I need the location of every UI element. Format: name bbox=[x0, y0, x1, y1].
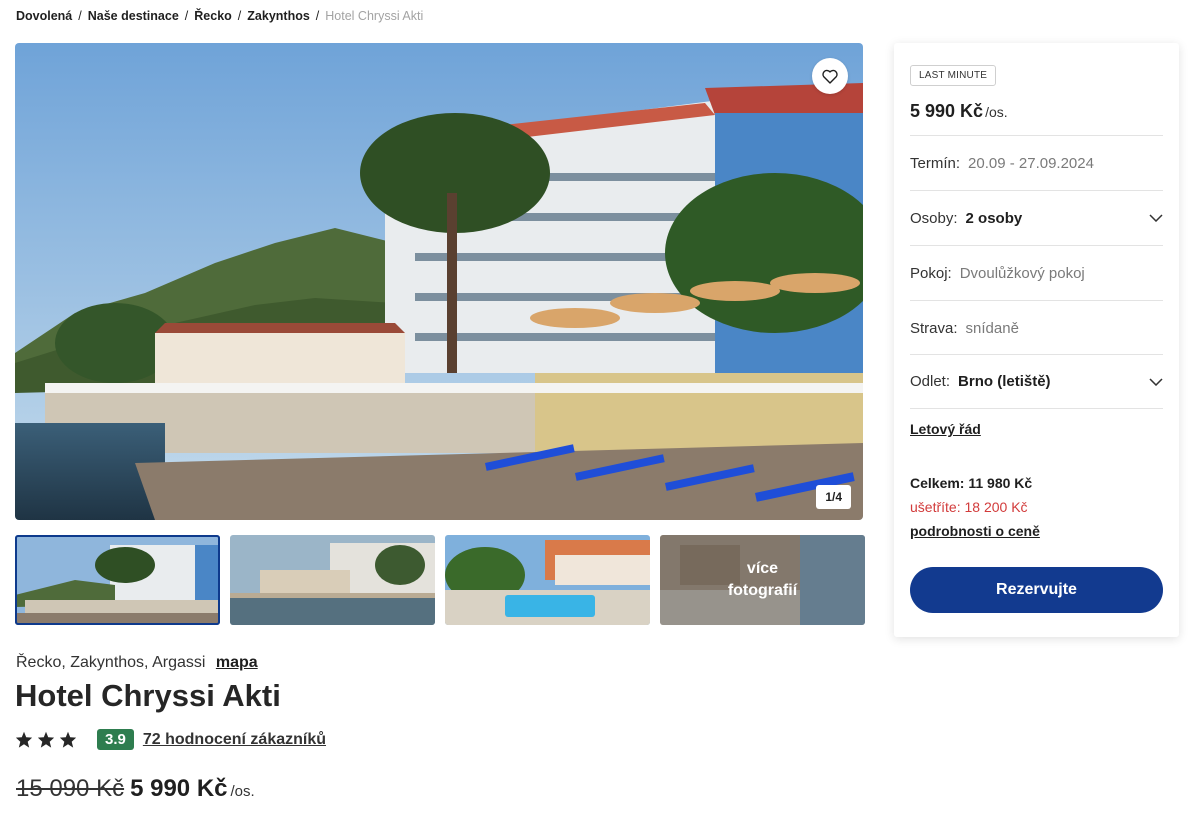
location-text: Řecko, Zakynthos, Argassi bbox=[16, 654, 206, 671]
breadcrumb: Dovolená / Naše destinace / Řecko / Zaky… bbox=[16, 9, 423, 23]
persons-select[interactable]: Osoby: 2 osoby bbox=[910, 190, 1163, 245]
rating-row: 3.9 72 hodnocení zákazníků bbox=[15, 729, 326, 750]
more-photos-line2: fotografií bbox=[727, 582, 798, 599]
more-photos-line1: více bbox=[746, 560, 779, 577]
chevron-down-icon bbox=[1149, 377, 1163, 386]
card-price-value: 5 990 Kč bbox=[910, 101, 984, 121]
flight-schedule-link[interactable]: Letový řád bbox=[910, 421, 981, 437]
board-value: snídaně bbox=[965, 319, 1019, 337]
breadcrumb-separator: / bbox=[184, 9, 189, 23]
board-row[interactable]: Strava: snídaně bbox=[910, 300, 1163, 355]
term-label: Termín: bbox=[910, 154, 961, 172]
room-label: Pokoj: bbox=[910, 264, 952, 282]
total-label: Celkem: bbox=[910, 475, 965, 491]
thumbnail-image bbox=[15, 535, 220, 625]
breadcrumb-separator: / bbox=[78, 9, 82, 23]
breadcrumb-item-zakynthos[interactable]: Zakynthos bbox=[247, 9, 310, 23]
hotel-name: Hotel Chryssi Akti bbox=[15, 678, 281, 713]
breadcrumb-item-destinace[interactable]: Naše destinace bbox=[88, 9, 179, 23]
old-price: 15 090 Kč bbox=[16, 775, 125, 802]
thumbnail-more-photos[interactable]: více fotografií bbox=[660, 535, 865, 625]
room-value: Dvoulůžkový pokoj bbox=[959, 264, 1085, 282]
hotel-location: Řecko, Zakynthos, Argassi mapa bbox=[16, 654, 258, 672]
departure-label: Odlet: bbox=[910, 373, 951, 390]
breadcrumb-item-dovolena[interactable]: Dovolená bbox=[16, 9, 72, 23]
term-value: 20.09 - 27.09.2024 bbox=[968, 154, 1094, 172]
departure-value: Brno (letiště) bbox=[958, 373, 1051, 390]
thumbnail-image bbox=[445, 535, 650, 625]
chevron-down-icon bbox=[1149, 214, 1163, 222]
persons-value: 2 osoby bbox=[965, 209, 1023, 227]
persons-label: Osoby: bbox=[910, 209, 958, 227]
card-price: 5 990 Kč/os. bbox=[910, 101, 1008, 122]
board-label: Strava: bbox=[910, 319, 958, 337]
thumbnail-strip: více fotografií bbox=[15, 535, 865, 625]
breadcrumb-item-recko[interactable]: Řecko bbox=[194, 9, 232, 23]
thumbnail-image bbox=[230, 535, 435, 625]
rating-badge: 3.9 bbox=[97, 729, 134, 750]
term-row[interactable]: Termín: 20.09 - 27.09.2024 bbox=[910, 135, 1163, 190]
price-row: 15 090 Kč 5 990 Kč /os. bbox=[16, 775, 255, 803]
savings-value: 18 200 Kč bbox=[964, 499, 1028, 515]
thumbnail-1[interactable] bbox=[15, 535, 220, 625]
main-hotel-photo[interactable]: 1/4 bbox=[15, 43, 863, 520]
star-rating bbox=[15, 731, 77, 748]
thumbnail-3[interactable] bbox=[445, 535, 650, 625]
departure-select[interactable]: Odlet: Brno (letiště) bbox=[910, 354, 1163, 409]
breadcrumb-separator: / bbox=[315, 9, 320, 23]
breadcrumb-current: Hotel Chryssi Akti bbox=[325, 9, 424, 23]
per-person-unit: /os. bbox=[230, 783, 255, 800]
star-icon bbox=[59, 731, 77, 748]
last-minute-badge: LAST MINUTE bbox=[910, 65, 997, 86]
photo-counter: 1/4 bbox=[816, 485, 851, 509]
card-price-unit: /os. bbox=[985, 104, 1008, 120]
thumbnail-2[interactable] bbox=[230, 535, 435, 625]
book-button[interactable]: Rezervujte bbox=[910, 567, 1163, 613]
heart-icon bbox=[822, 69, 838, 84]
star-icon bbox=[37, 731, 55, 748]
room-row[interactable]: Pokoj: Dvoulůžkový pokoj bbox=[910, 245, 1163, 300]
hotel-beach-image bbox=[15, 43, 863, 520]
savings: ušetříte: 18 200 Kč bbox=[910, 499, 1028, 515]
total-price: Celkem: 11 980 Kč bbox=[910, 475, 1032, 491]
map-link[interactable]: mapa bbox=[216, 654, 258, 671]
reviews-link[interactable]: 72 hodnocení zákazníků bbox=[143, 731, 326, 749]
current-price: 5 990 Kč bbox=[130, 775, 228, 802]
price-details-link[interactable]: podrobnosti o ceně bbox=[910, 523, 1040, 539]
breadcrumb-separator: / bbox=[237, 9, 242, 23]
total-value: 11 980 Kč bbox=[968, 475, 1033, 491]
more-photos-label: více fotografií bbox=[660, 535, 865, 625]
savings-label: ušetříte: bbox=[910, 499, 961, 515]
booking-card: LAST MINUTE 5 990 Kč/os. Termín: 20.09 -… bbox=[894, 43, 1179, 637]
favorite-button[interactable] bbox=[812, 58, 848, 94]
star-icon bbox=[15, 731, 33, 748]
